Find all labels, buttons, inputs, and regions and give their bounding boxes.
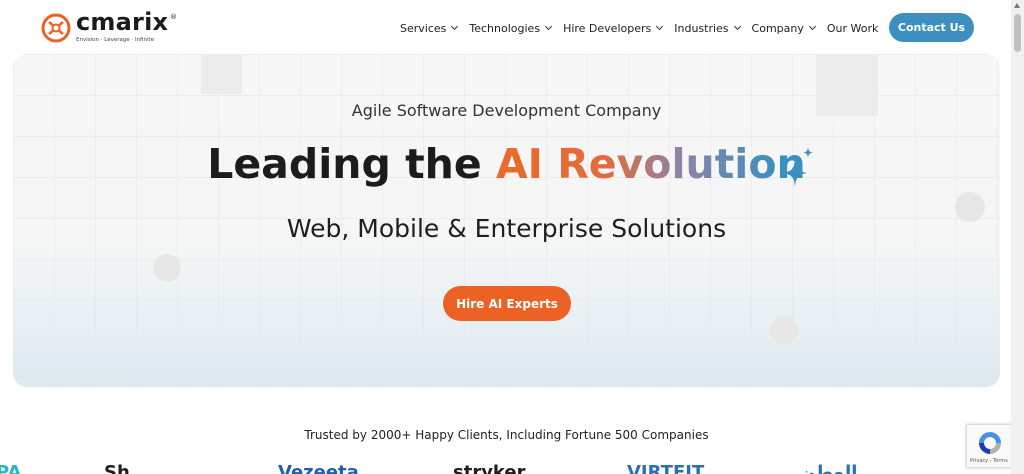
chevron-down-icon [808, 22, 816, 31]
hero-eyebrow: Agile Software Development Company [351, 101, 662, 120]
logo-tagline: Envision · Leverage · Infinite [76, 37, 155, 43]
client-logo: الوطن [800, 462, 858, 474]
headline-prefix: Leading the [207, 140, 496, 188]
client-logos-strip: PA Sh Vezeeta stryker VIRTEIT الوطن [0, 460, 1024, 474]
decorative-square [201, 54, 242, 94]
headline-highlight: AI Revolution [495, 140, 806, 188]
chevron-down-icon [451, 22, 459, 31]
recaptcha-badge[interactable]: Privacy - Terms [966, 424, 1012, 468]
hero-headline: Leading the AI Revolution [0, 140, 1013, 188]
nav-item-hire-developers[interactable]: Hire Developers [563, 21, 664, 35]
trusted-clients-text: Trusted by 2000+ Happy Clients, Includin… [304, 428, 709, 442]
hero-subline: Web, Mobile & Enterprise Solutions [286, 214, 727, 243]
vertical-scrollbar[interactable] [1011, 0, 1024, 474]
client-logo: stryker [453, 462, 526, 474]
client-logo: VIRTEIT [627, 462, 705, 474]
nav-item-label: Company [751, 21, 804, 35]
nav-item-label: Industries [674, 21, 729, 35]
nav-item-label: Technologies [469, 21, 541, 35]
hire-ai-experts-button[interactable]: Hire AI Experts [443, 286, 571, 321]
scroll-up-arrow-icon[interactable] [1014, 3, 1020, 8]
logo-wordmark: cmarix [76, 8, 169, 36]
nav-item-label: Services [400, 21, 447, 35]
chevron-down-icon [733, 22, 741, 31]
main-nav: Services Technologies Hire Developers In… [400, 18, 890, 38]
logo-registered-mark: ® [170, 13, 177, 21]
client-logo: Sh [104, 462, 130, 474]
chevron-down-icon [656, 22, 664, 31]
cmarix-logo-icon [41, 13, 71, 43]
site-header: cmarix ® Envision · Leverage · Infinite … [0, 0, 1024, 54]
nav-item-label: Hire Developers [563, 21, 652, 35]
nav-item-services[interactable]: Services [400, 21, 459, 35]
cmarix-logo[interactable]: cmarix ® Envision · Leverage · Infinite [40, 8, 180, 46]
nav-item-industries[interactable]: Industries [674, 21, 741, 35]
recaptcha-icon [979, 432, 1001, 454]
nav-item-company[interactable]: Company [751, 21, 816, 35]
client-logo: Vezeeta [278, 462, 359, 474]
nav-item-technologies[interactable]: Technologies [469, 21, 553, 35]
nav-item-label: Our Work [826, 21, 879, 35]
chevron-down-icon [545, 22, 553, 31]
page: cmarix ® Envision · Leverage · Infinite … [0, 0, 1024, 474]
scrollbar-thumb[interactable] [1014, 14, 1021, 52]
contact-us-button[interactable]: Contact Us [889, 13, 974, 42]
recaptcha-links[interactable]: Privacy - Terms [970, 458, 1008, 464]
nav-item-our-work[interactable]: Our Work [827, 22, 879, 35]
client-logo: PA [0, 462, 22, 474]
decorative-circle [770, 316, 798, 344]
sparkle-icon [783, 147, 813, 187]
decorative-circle [153, 254, 181, 282]
